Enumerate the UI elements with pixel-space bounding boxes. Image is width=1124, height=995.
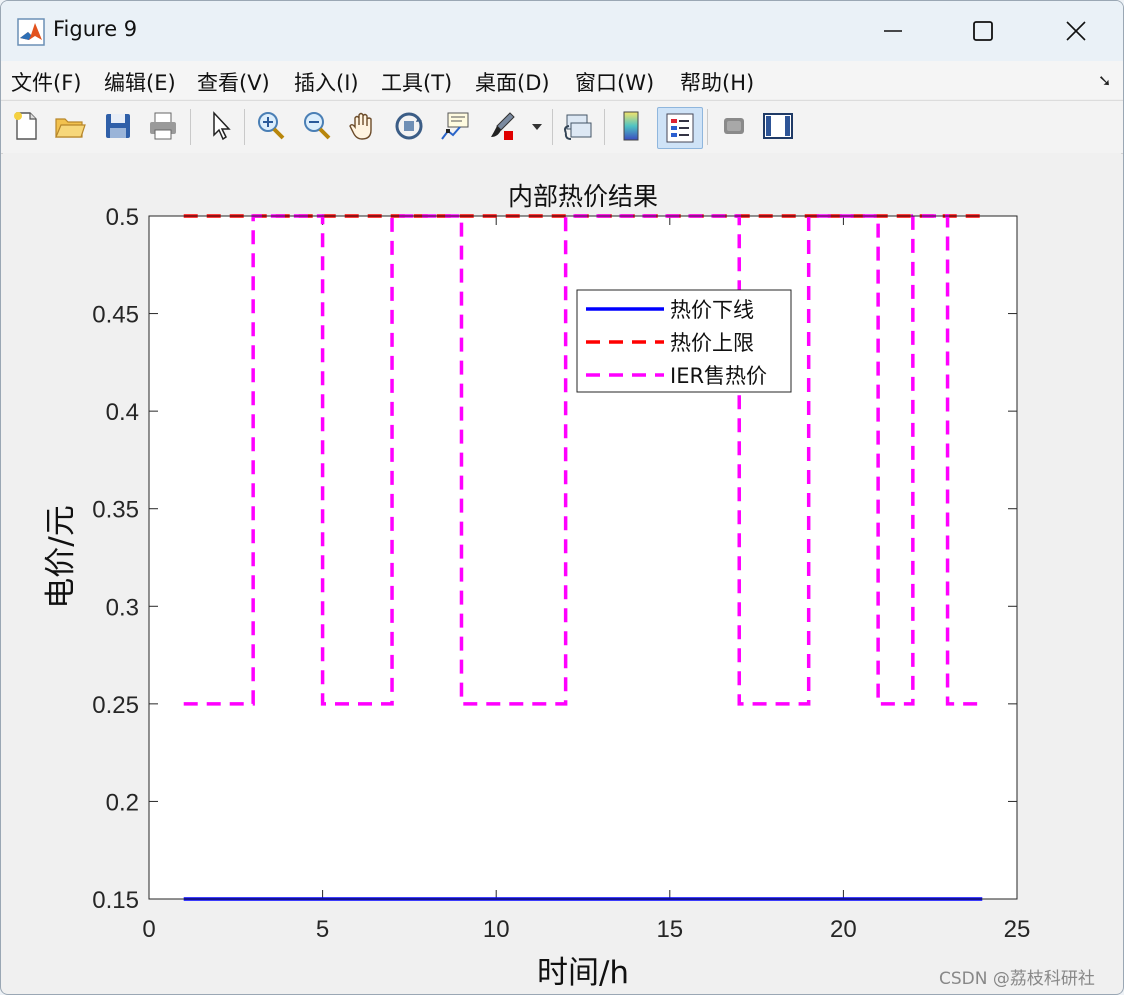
menu-file[interactable]: 文件(F) [11,67,81,97]
figure-canvas: 0 5 10 15 20 25 0.15 0.2 0.25 0.3 0.35 0.4 0.45 0.5 内… [3,153,1121,993]
zoom-out-icon[interactable] [300,109,334,143]
print-icon[interactable] [146,109,180,143]
menu-tools[interactable]: 工具(T) [381,67,452,97]
colorbar-icon[interactable] [614,109,648,143]
chart-svg[interactable]: 0 5 10 15 20 25 0.15 0.2 0.25 0.3 0.35 0.4 0.45 0.5 内… [3,153,1121,993]
zoom-in-icon[interactable] [254,109,288,143]
toolbar-separator [707,109,708,145]
y-tick-label: 0.35 [92,497,139,524]
minimize-button[interactable] [863,11,923,51]
x-tick-label: 0 [142,916,155,943]
brush-dropdown-icon[interactable] [528,109,546,143]
show-plot-tools-icon[interactable] [761,109,795,143]
y-tick-label: 0.25 [92,692,139,719]
y-axis-label: 电价/元 [43,505,79,608]
y-tick-label: 0.2 [106,789,139,816]
chart-title: 内部热价结果 [508,182,658,211]
title-bar: Figure 9 [1,1,1123,61]
legend-label-1: 热价下线 [670,298,754,322]
link-plot-icon[interactable] [561,109,595,143]
toolbar-separator [244,109,245,145]
open-file-icon[interactable] [53,109,87,143]
legend[interactable]: 热价下线热价上限 IER售热价 [576,289,792,393]
dock-arrow-icon[interactable]: ➘ [1098,71,1111,90]
toolbar-separator [190,109,191,145]
minimize-icon [884,30,902,32]
figure-toolbar [1,100,1123,154]
menu-bar: 文件(F) 编辑(E) 查看(V) 插入(I) 工具(T) 桌面(D) 窗口(W… [1,61,1123,99]
pan-hand-icon[interactable] [346,109,380,143]
legend-label-3: IER售热价 [670,364,767,388]
toolbar-separator [604,109,605,145]
menu-edit[interactable]: 编辑(E) [104,67,176,97]
x-tick-label: 5 [316,916,329,943]
brush-icon[interactable] [486,109,520,143]
watermark: CSDN @荔枝科研社 [939,969,1095,989]
menu-desktop[interactable]: 桌面(D) [475,67,550,97]
data-cursor-icon[interactable] [438,109,472,143]
legend-button[interactable] [657,107,703,149]
y-tick-label: 0.3 [106,594,139,621]
close-button[interactable] [1046,11,1106,51]
y-tick-label: 0.4 [106,399,139,426]
menu-window[interactable]: 窗口(W) [575,67,654,97]
menu-help[interactable]: 帮助(H) [680,67,754,97]
maximize-button[interactable] [953,11,1013,51]
new-figure-icon[interactable] [9,109,43,143]
legend-icon [666,113,694,143]
legend-label-2: 热价上限 [670,331,754,355]
y-tick-label: 0.15 [92,887,139,914]
menu-insert[interactable]: 插入(I) [294,67,359,97]
save-icon[interactable] [101,109,135,143]
x-axis-label: 时间/h [537,955,629,991]
menu-view[interactable]: 查看(V) [197,67,270,97]
x-tick-label: 20 [830,916,857,943]
y-tick-label: 0.5 [106,204,139,231]
toolbar-separator [552,109,553,145]
hide-plot-tools-icon[interactable] [717,109,751,143]
y-tick-label: 0.45 [92,302,139,329]
x-tick-label: 25 [1004,916,1031,943]
close-icon [1066,21,1086,41]
pointer-icon[interactable] [203,109,237,143]
rotate-3d-icon[interactable] [392,109,426,143]
matlab-logo-icon [17,18,45,46]
maximize-icon [973,21,993,41]
window-title: Figure 9 [53,17,138,41]
figure-window: Figure 9 文件(F) 编辑(E) 查看(V) 插入(I) 工具(T) 桌… [0,0,1124,995]
x-tick-label: 10 [483,916,510,943]
x-tick-label: 15 [656,916,683,943]
